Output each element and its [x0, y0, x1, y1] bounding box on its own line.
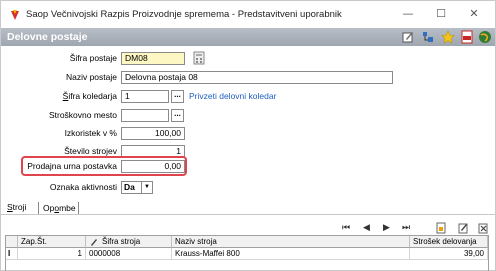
cell-strosek[interactable]: 39,00 — [410, 248, 488, 260]
izkoristek-label: Izkoristek v % — [64, 128, 117, 138]
maximize-button[interactable]: ☐ — [426, 5, 456, 23]
tab-opombe[interactable]: Opombe — [43, 203, 76, 213]
cell-zap[interactable]: 1 — [18, 248, 86, 260]
pencil-icon — [91, 239, 97, 246]
sifra-koledarja-label: Šifra koledarja — [62, 91, 117, 101]
cell-naziv[interactable]: Krauss-Maffei 800 — [172, 248, 410, 260]
tab-separator — [38, 202, 39, 214]
column-header-zap[interactable]: Zap.Št. — [18, 236, 86, 248]
tab-stroji[interactable]: Stroji — [7, 202, 26, 212]
tab-divider — [1, 214, 495, 215]
privzeti-koledar-link[interactable]: Privzeti delovni koledar — [189, 91, 276, 101]
first-record-icon[interactable]: ⏮ — [342, 223, 350, 233]
close-button[interactable]: ✕ — [459, 5, 489, 23]
column-header-naziv[interactable]: Naziv stroja — [172, 236, 410, 248]
tab-separator — [78, 202, 79, 214]
prev-record-icon[interactable]: ◀ — [363, 223, 370, 233]
sifra-koledarja-field[interactable]: 1 — [121, 90, 169, 103]
column-header-sifra[interactable]: Šifra stroja — [86, 236, 172, 248]
sifra-postaje-field[interactable]: DM08 — [121, 52, 185, 65]
title-bar: Saop Večnivojski Razpis Proizvodnje spre… — [1, 1, 495, 28]
cell-sifra[interactable]: 0000008 — [86, 248, 172, 260]
last-record-icon[interactable]: ⏭ — [402, 223, 410, 233]
column-header-sifra-label: Šifra stroja — [102, 237, 141, 246]
window-title: Saop Večnivojski Razpis Proizvodnje spre… — [26, 9, 342, 20]
strokovno-mesto-lookup-button[interactable]: ... — [171, 109, 184, 122]
saop-logo-icon — [11, 10, 19, 20]
izkoristek-field[interactable]: 100,00 — [121, 127, 185, 140]
calculator-icon[interactable] — [193, 51, 205, 65]
page-title: Delovne postaje — [7, 31, 88, 43]
globe-icon[interactable] — [478, 30, 492, 44]
naziv-postaje-field[interactable]: Delovna postaja 08 — [121, 71, 393, 84]
pdf-icon[interactable] — [460, 30, 474, 44]
sifra-postaje-label: Šifra postaje — [69, 53, 117, 63]
edit-icon[interactable] — [401, 30, 415, 44]
row-marker[interactable]: I — [6, 248, 18, 260]
hierarchy-icon[interactable] — [421, 30, 435, 44]
next-record-icon[interactable]: ▶ — [383, 223, 390, 233]
row-selector-header — [6, 236, 18, 248]
stevilo-strojev-label: Število strojev — [64, 146, 117, 156]
new-record-icon[interactable] — [435, 222, 447, 234]
oznaka-aktivnosti-select[interactable]: Da ▼ — [121, 181, 153, 194]
prodajna-urna-postavka-label: Prodajna urna postavka — [27, 161, 117, 171]
delete-record-icon[interactable] — [477, 222, 489, 234]
sifra-koledarja-lookup-button[interactable]: ... — [171, 90, 184, 103]
oznaka-aktivnosti-value: Da — [124, 182, 135, 192]
column-header-strosek[interactable]: Strošek delovanja — [410, 236, 488, 248]
oznaka-aktivnosti-label: Oznaka aktivnosti — [49, 182, 117, 192]
strokovno-mesto-label: Stroškovno mesto — [48, 110, 117, 120]
favorite-star-icon[interactable] — [441, 30, 455, 44]
app-window: Saop Večnivojski Razpis Proizvodnje spre… — [0, 0, 496, 271]
chevron-down-icon[interactable]: ▼ — [141, 182, 152, 193]
stroji-table: Zap.Št. Šifra stroja Naziv stroja Stroše… — [5, 235, 489, 271]
section-header: Delovne postaje — [1, 28, 495, 46]
minimize-button[interactable]: — — [393, 5, 423, 23]
prodajna-urna-postavka-field[interactable]: 0,00 — [121, 160, 185, 173]
strokovno-mesto-field[interactable] — [121, 109, 169, 122]
naziv-postaje-label: Naziv postaje — [65, 72, 117, 82]
edit-record-icon[interactable] — [457, 222, 469, 234]
